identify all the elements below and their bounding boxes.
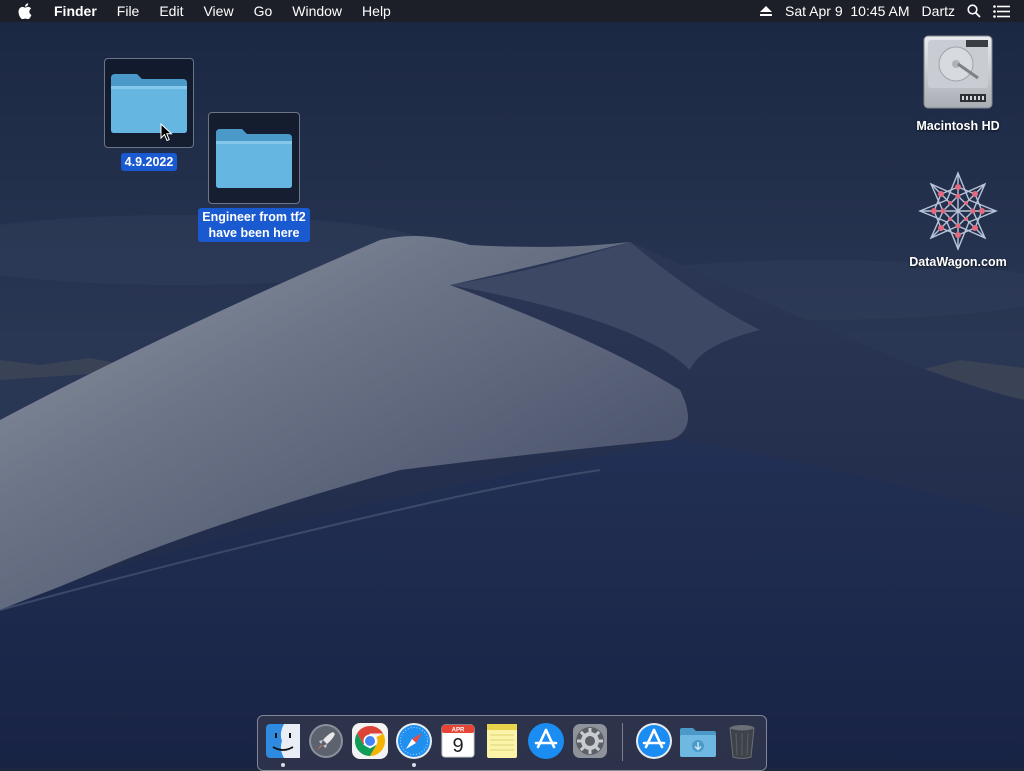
- menu-window[interactable]: Window: [282, 0, 352, 22]
- menubar-clock[interactable]: Sat Apr 9 10:45 AM: [785, 3, 910, 19]
- calendar-day: 9: [452, 735, 463, 757]
- dock-finder-icon[interactable]: [263, 721, 303, 761]
- desktop-folder-engineer[interactable]: Engineer from tf2 have been here: [190, 112, 318, 242]
- menu-view[interactable]: View: [193, 0, 243, 22]
- dock-system-preferences-icon[interactable]: [570, 721, 610, 761]
- notification-center-icon[interactable]: [993, 4, 1010, 18]
- desktop-datawagon[interactable]: DataWagon.com: [896, 168, 1020, 270]
- datawagon-label: DataWagon.com: [909, 255, 1007, 269]
- star-logo-icon: [918, 171, 998, 251]
- eject-icon[interactable]: [759, 5, 773, 17]
- dock-calendar-icon[interactable]: APR 9: [438, 721, 478, 761]
- folder-label: 4.9.2022: [120, 153, 178, 171]
- apple-menu-icon[interactable]: [18, 3, 36, 19]
- menu-help[interactable]: Help: [352, 0, 401, 22]
- folder-icon: [208, 112, 300, 204]
- desktop-folder-4-9-2022[interactable]: 4.9.2022: [102, 58, 196, 171]
- dock-chrome-icon[interactable]: [350, 721, 390, 761]
- spotlight-search-icon[interactable]: [967, 4, 981, 18]
- menu-app-name[interactable]: Finder: [54, 0, 107, 22]
- dock-launchpad-icon[interactable]: [306, 721, 346, 761]
- menu-bar: Finder File Edit View Go Window Help Sat…: [0, 0, 1024, 22]
- drive-label: Macintosh HD: [916, 119, 1000, 133]
- folder-label-line1: Engineer from tf2: [202, 210, 306, 224]
- menu-file[interactable]: File: [107, 0, 150, 22]
- dock-downloads-folder-icon[interactable]: [678, 721, 718, 761]
- dock-trash-icon[interactable]: [722, 721, 762, 761]
- dock-applications-stack-icon[interactable]: [634, 721, 674, 761]
- folder-icon: [104, 58, 194, 148]
- dock-separator: [622, 723, 623, 761]
- dock: APR 9: [257, 715, 767, 771]
- menu-go[interactable]: Go: [244, 0, 283, 22]
- folder-label: Engineer from tf2 have been here: [198, 208, 310, 242]
- calendar-month: APR: [452, 728, 465, 734]
- dock-running-indicator: [281, 763, 285, 767]
- menu-edit[interactable]: Edit: [149, 0, 193, 22]
- desktop-macintosh-hd[interactable]: Macintosh HD: [902, 30, 1014, 134]
- hard-drive-icon: [923, 35, 993, 109]
- dock-safari-icon[interactable]: [394, 721, 434, 761]
- folder-label-line2: have been here: [208, 226, 300, 240]
- dock-notes-icon[interactable]: [482, 721, 522, 761]
- menubar-user[interactable]: Dartz: [922, 3, 955, 19]
- mouse-cursor-icon: [160, 123, 173, 142]
- dock-running-indicator: [412, 763, 416, 767]
- dock-app-store-icon[interactable]: [526, 721, 566, 761]
